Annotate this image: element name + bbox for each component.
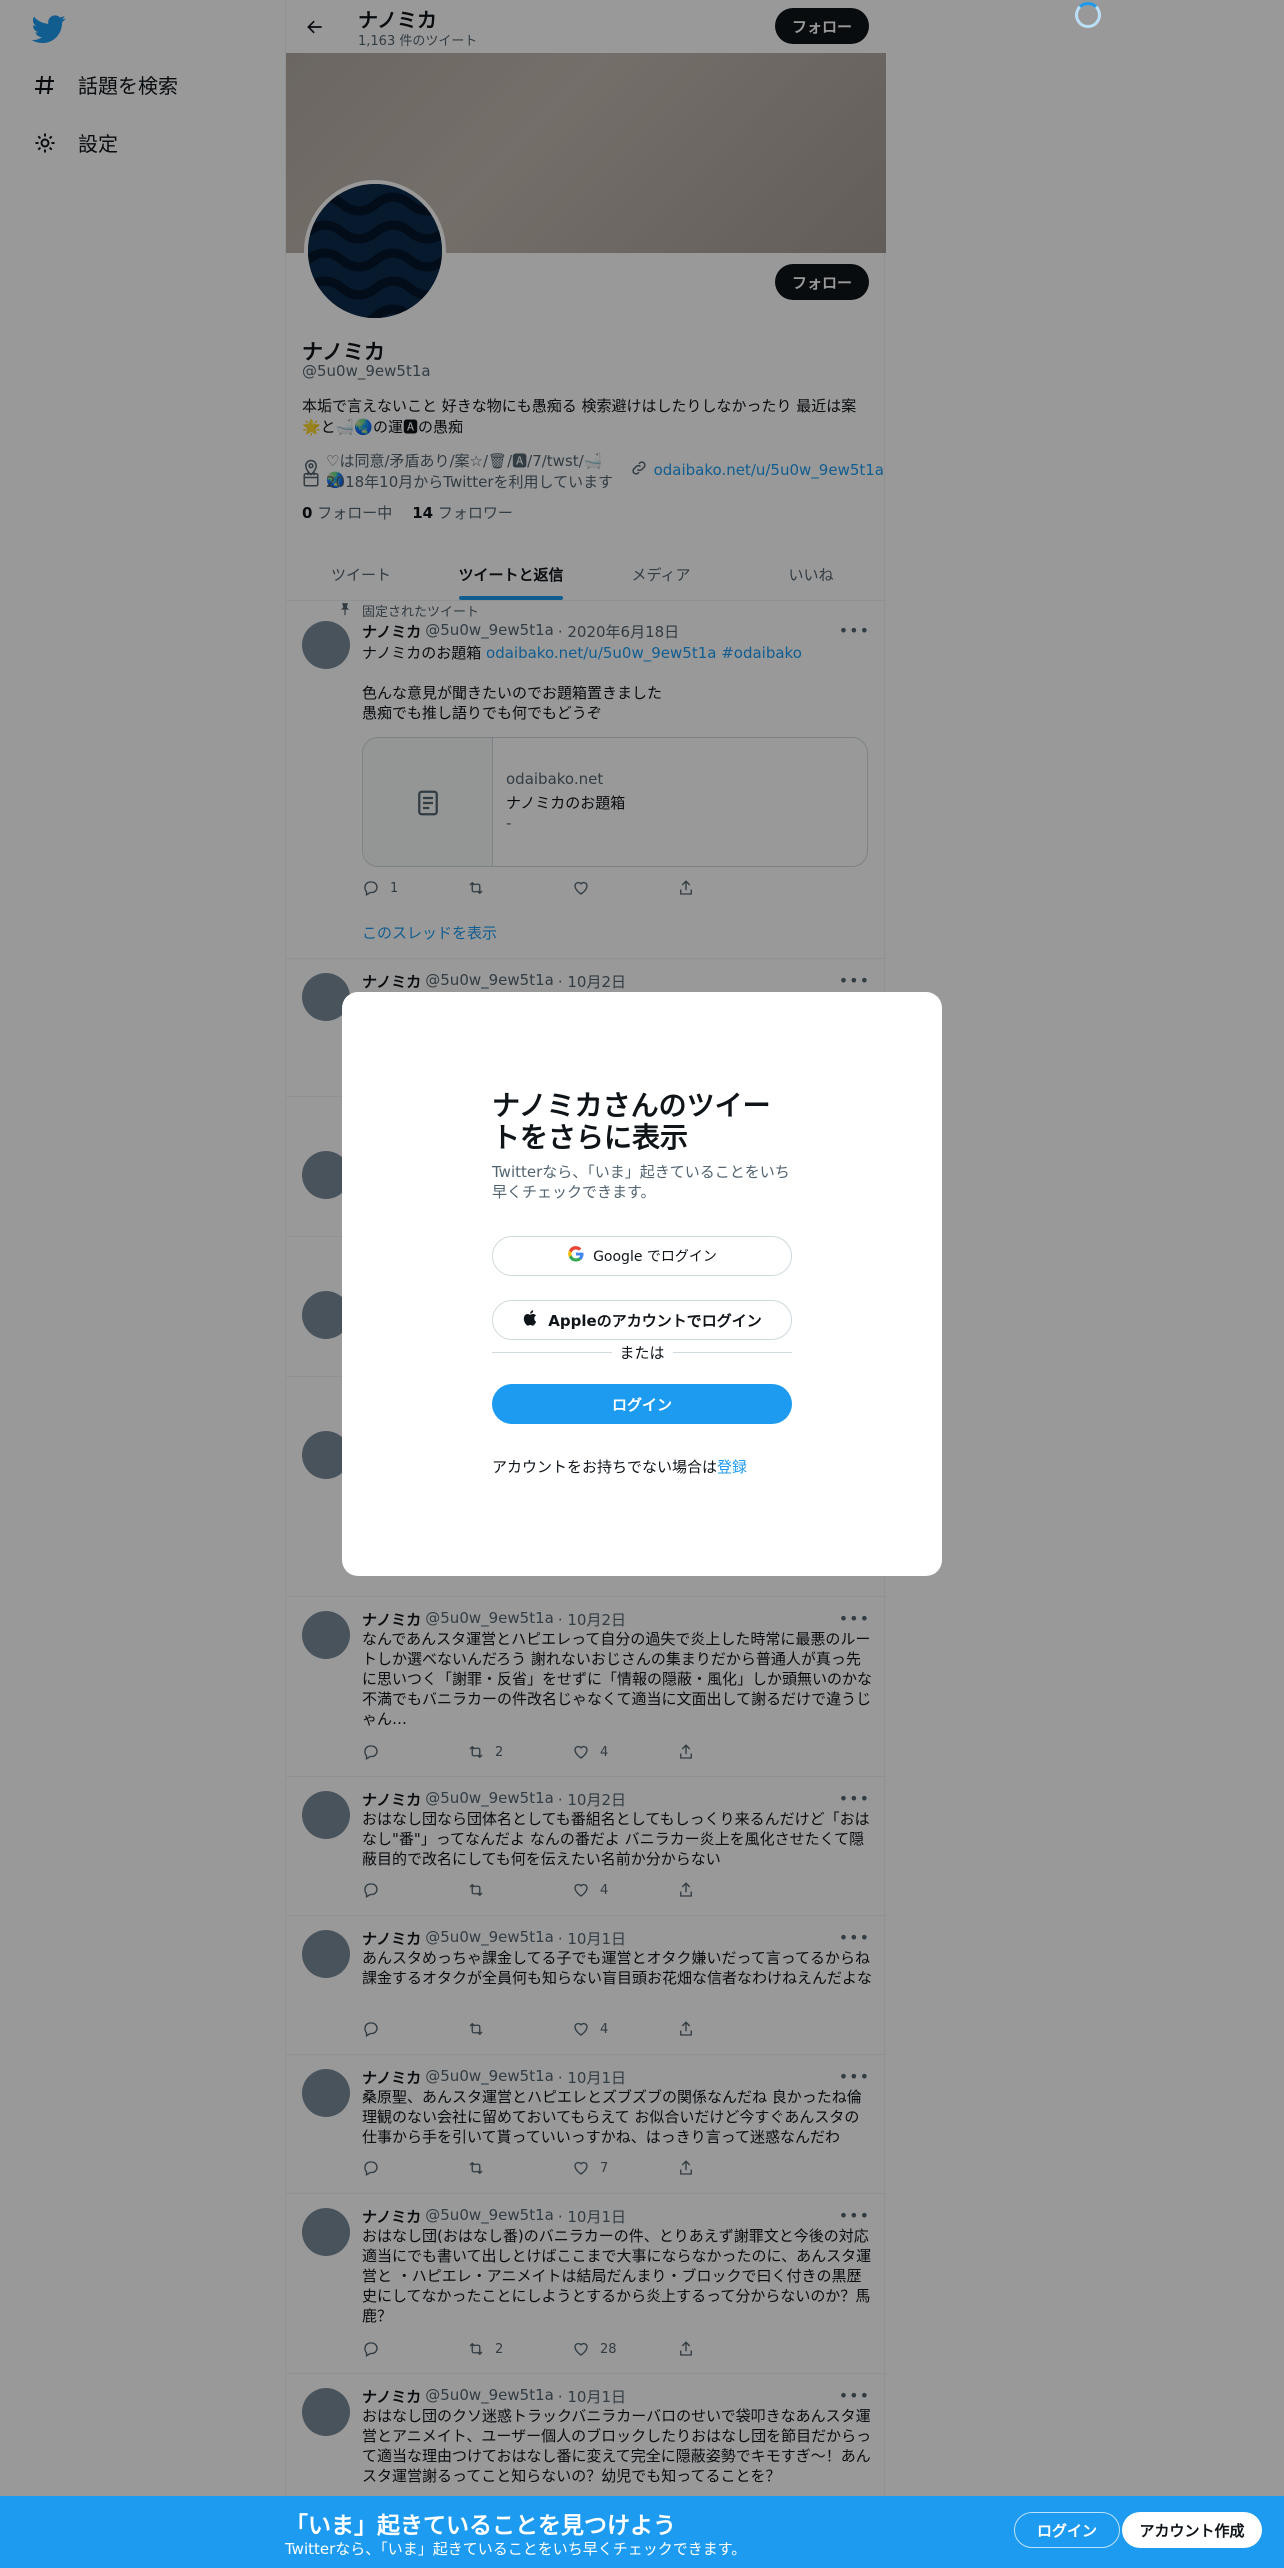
google-icon (567, 1245, 585, 1267)
signup-prompt: アカウントをお持ちでない場合は登録 (492, 1458, 748, 1476)
or-label: または (619, 1344, 665, 1362)
bottom-login-button[interactable]: ログイン (1014, 2512, 1120, 2548)
apple-login-button[interactable]: Appleのアカウントでログイン (492, 1300, 792, 1340)
google-login-button[interactable]: Google でログイン (492, 1236, 792, 1276)
google-login-label: Google でログイン (593, 1249, 717, 1265)
signup-link[interactable]: 登録 (717, 1458, 747, 1476)
login-prompt-modal: ナノミカさんのツイートをさらに表示 Twitterなら、「いま」起きていることを… (342, 992, 942, 1576)
bottom-signup-bar: 「いま」起きていることを見つけよう Twitterなら、「いま」起きていることを… (0, 2496, 1284, 2568)
bottom-bar-title: 「いま」起きていることを見つけよう (285, 2513, 676, 2539)
loading-spinner-icon (1075, 2, 1101, 28)
bottom-bar-subtitle: Twitterなら、「いま」起きていることをいち早くチェックできます。 (285, 2540, 747, 2558)
modal-subtitle: Twitterなら、「いま」起きていることをいち早くチェックできます。 (492, 1163, 790, 1201)
or-divider: または (492, 1342, 793, 1363)
modal-login-button[interactable]: ログイン (492, 1384, 792, 1424)
bottom-signup-button[interactable]: アカウント作成 (1122, 2512, 1262, 2548)
apple-icon (522, 1309, 540, 1331)
modal-title: ナノミカさんのツイートをさらに表示 (492, 1089, 771, 1154)
apple-login-label: Appleのアカウントでログイン (548, 1311, 762, 1330)
